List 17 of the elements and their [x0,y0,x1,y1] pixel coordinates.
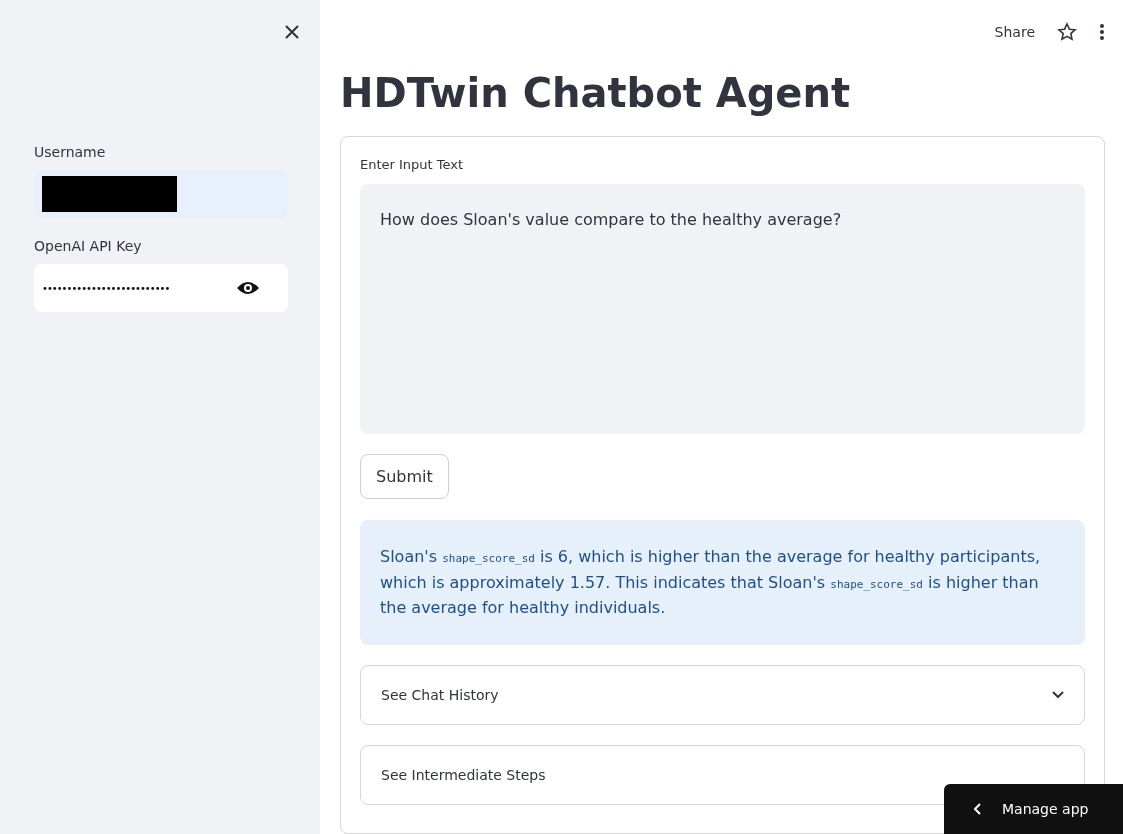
field-label: Username [34,144,107,160]
submit-button[interactable]: Submit [360,454,449,499]
star-icon[interactable] [1057,22,1077,42]
input-field[interactable] [34,170,288,218]
field-label: OpenAI API Key [34,238,143,254]
page-title: HDTwin Chatbot Agent [340,70,852,116]
eye-icon[interactable] [236,280,260,296]
expander[interactable]: See Chat History [360,664,1085,725]
manage-app-button[interactable]: Manage app [944,784,1123,834]
more-icon[interactable] [1099,23,1105,41]
chevron-icon [974,803,982,815]
share-link[interactable]: Share [994,24,1035,40]
response-message: Sloan's shape_score_sd is 6, which is higher than the average for healthy participants, which is approximately 1.57. This indicates that Sloan's shape_score_sd is higher than the average for healthy individuals. [360,520,1085,645]
text-area[interactable]: How does Sloan's value compare to the healthy average? [360,184,1085,434]
input-field[interactable]: •••••••••••••••••••••••••• [34,264,288,312]
input-label: Enter Input Text [360,157,465,172]
close-icon[interactable] [284,24,300,40]
